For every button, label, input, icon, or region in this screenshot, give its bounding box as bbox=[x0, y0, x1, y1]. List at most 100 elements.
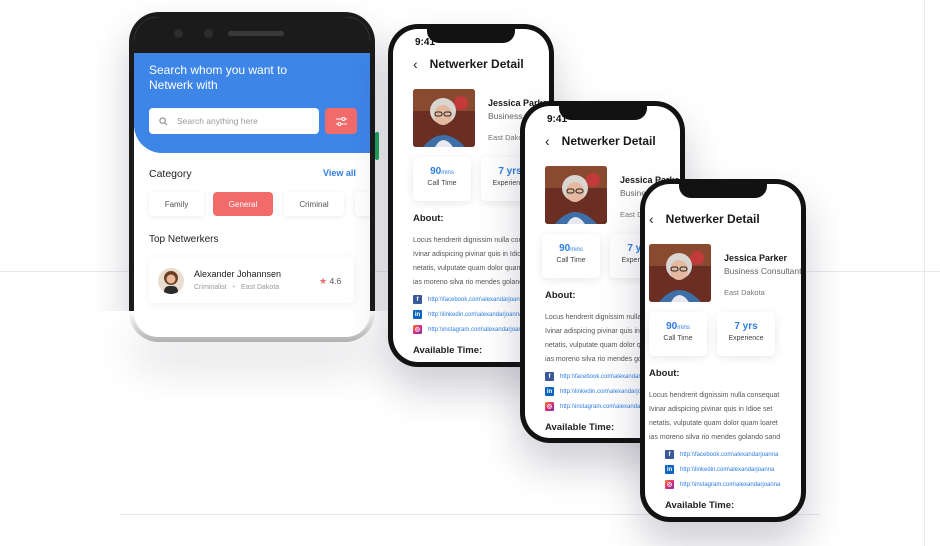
netwerker-name: Alexander Johannsen bbox=[194, 269, 282, 279]
top-netwerkers-title: Top Netwerkers bbox=[149, 234, 219, 245]
available-time-title: Available Time: bbox=[545, 422, 615, 433]
about-text: Locus hendrerit dignissim nulla consequa… bbox=[649, 389, 801, 445]
instagram-icon: ◎ bbox=[413, 325, 422, 334]
call-time-unit: mins bbox=[441, 170, 454, 176]
search-input[interactable]: Search anything here bbox=[149, 108, 319, 134]
detail-title: Netwerker Detail bbox=[561, 134, 656, 148]
about-title: About: bbox=[413, 213, 444, 224]
netwerker-meta: Criminalist • East Dakota bbox=[194, 284, 280, 291]
call-time-value: 90 bbox=[666, 321, 678, 332]
phone-notch bbox=[427, 29, 515, 43]
instagram-icon: ◎ bbox=[665, 480, 674, 489]
netwerker-list-item[interactable]: Alexander Johannsen Criminalist • East D… bbox=[149, 257, 354, 303]
chip-more[interactable] bbox=[355, 192, 370, 216]
detail-screen-front: ‹ Netwerker Detail Jessica Parker Busine… bbox=[645, 184, 801, 517]
detail-header: ‹ Netwerker Detail bbox=[545, 134, 656, 148]
netwerker-location: East Dakota bbox=[241, 284, 280, 291]
detail-header: ‹ Netwerker Detail bbox=[649, 212, 760, 226]
rating-value: 4.6 bbox=[329, 276, 342, 286]
call-time-card: 90mins Call Time bbox=[649, 312, 707, 356]
detail-title: Netwerker Detail bbox=[429, 57, 524, 71]
about-line: netatis, vulputate quam dolor quam loare… bbox=[649, 420, 778, 427]
detail-phone-front: ‹ Netwerker Detail Jessica Parker Busine… bbox=[640, 179, 806, 522]
chip-general[interactable]: General bbox=[213, 192, 273, 216]
linkedin-icon: in bbox=[413, 310, 422, 319]
view-all-link[interactable]: View all bbox=[323, 168, 356, 178]
speaker-grille bbox=[228, 31, 284, 36]
profile-role: Business Consultant bbox=[724, 266, 801, 276]
call-time-label: Call Time bbox=[427, 180, 457, 187]
linkedin-url[interactable]: http:\\linkedin.com\alexandarjoanna bbox=[428, 312, 522, 318]
instagram-url[interactable]: http:\\instagram.com\alexandarjoanna bbox=[680, 482, 780, 488]
instagram-icon: ◎ bbox=[545, 402, 554, 411]
call-time-value: 90 bbox=[559, 243, 571, 254]
detail-content: ‹ Netwerker Detail Jessica Parker Busine… bbox=[645, 184, 801, 517]
phone-notch bbox=[558, 106, 647, 120]
experience-label: Experience bbox=[728, 335, 764, 342]
profile-photo bbox=[413, 89, 475, 147]
hero-title: Search whom you want to Netwerk with bbox=[149, 63, 319, 93]
category-title: Category bbox=[149, 168, 192, 180]
profile-photo bbox=[545, 166, 607, 224]
facebook-link[interactable]: f http:\\facebook.com\alexandarjoanna bbox=[413, 295, 526, 304]
experience-card: 7 yrs Experience bbox=[717, 312, 775, 356]
avatar bbox=[158, 268, 184, 294]
call-time-label: Call Time bbox=[663, 335, 693, 342]
facebook-icon: f bbox=[413, 295, 422, 304]
call-time-unit: mins bbox=[570, 247, 583, 253]
search-phone: Search whom you want to Netwerk with Sea… bbox=[129, 12, 379, 342]
instagram-link[interactable]: ◎ http:\\instagram.com\alexandarjoanna bbox=[413, 325, 528, 334]
call-time-card: 90mins Call Time bbox=[542, 234, 600, 278]
call-time-unit: mins bbox=[677, 325, 690, 331]
back-arrow-icon[interactable]: ‹ bbox=[413, 57, 418, 71]
hero-title-line1: Search whom you want to bbox=[149, 63, 288, 77]
call-time-value: 90 bbox=[430, 166, 442, 177]
fade-overlay bbox=[0, 311, 440, 401]
profile-photo bbox=[649, 244, 711, 302]
facebook-icon: f bbox=[665, 450, 674, 459]
chip-family[interactable]: Family bbox=[149, 192, 204, 216]
back-arrow-icon[interactable]: ‹ bbox=[649, 212, 654, 226]
about-line: Ivinar adispicing pivinar quis in Idioe … bbox=[649, 406, 773, 413]
search-placeholder: Search anything here bbox=[177, 116, 258, 126]
search-screen: Search whom you want to Netwerk with Sea… bbox=[134, 17, 370, 337]
background-divider-right bbox=[924, 0, 925, 546]
available-time-title: Available Time: bbox=[413, 345, 483, 356]
phone-side-button bbox=[375, 132, 379, 160]
facebook-url[interactable]: http:\\facebook.com\alexandarjoanna bbox=[428, 297, 526, 303]
instagram-url[interactable]: http:\\instagram.com\alexandarjoanna bbox=[428, 327, 528, 333]
about-line: ias moreno silva rio mendes golando sand bbox=[649, 434, 781, 441]
filter-icon bbox=[335, 116, 347, 126]
facebook-icon: f bbox=[545, 372, 554, 381]
linkedin-url[interactable]: http:\\linkedin.com\alexandarjoanna bbox=[680, 467, 774, 473]
back-arrow-icon[interactable]: ‹ bbox=[545, 134, 550, 148]
call-time-card: 90mins Call Time bbox=[413, 157, 471, 201]
phone-top-bezel bbox=[134, 17, 370, 53]
experience-value: 7 yrs bbox=[734, 321, 758, 332]
sensor-icon bbox=[204, 29, 213, 38]
camera-icon bbox=[174, 29, 183, 38]
netwerker-category: Criminalist bbox=[194, 284, 227, 291]
facebook-link[interactable]: f http:\\facebook.com\alexandarjoanna bbox=[665, 450, 778, 459]
filter-button[interactable] bbox=[325, 108, 357, 134]
linkedin-icon: in bbox=[545, 387, 554, 396]
linkedin-icon: in bbox=[665, 465, 674, 474]
search-hero: Search whom you want to Netwerk with Sea… bbox=[134, 53, 370, 153]
linkedin-link[interactable]: in http:\\linkedin.com\alexandarjoanna bbox=[665, 465, 774, 474]
netwerker-rating: ★ 4.6 bbox=[319, 276, 341, 287]
available-time-title: Available Time: bbox=[665, 500, 735, 511]
hero-title-line2: Netwerk with bbox=[149, 78, 218, 92]
about-title: About: bbox=[545, 290, 576, 301]
star-icon: ★ bbox=[319, 276, 328, 286]
about-line: Locus hendrerit dignissim nulla consequa… bbox=[649, 392, 780, 399]
profile-location: East Dakota bbox=[724, 288, 765, 297]
instagram-link[interactable]: ◎ http:\\instagram.com\alexandarjoanna bbox=[665, 480, 780, 489]
linkedin-link[interactable]: in http:\\linkedin.com\alexandarjoanna bbox=[413, 310, 522, 319]
call-time-label: Call Time bbox=[556, 257, 586, 264]
linkedin-link[interactable]: in http:\\linkedin.com\alexandarjoanna bbox=[545, 387, 654, 396]
detail-title: Netwerker Detail bbox=[665, 212, 760, 226]
facebook-url[interactable]: http:\\facebook.com\alexandarjoanna bbox=[680, 452, 778, 458]
chip-criminal[interactable]: Criminal bbox=[284, 192, 344, 216]
phone-notch bbox=[679, 184, 767, 198]
about-title: About: bbox=[649, 368, 680, 379]
